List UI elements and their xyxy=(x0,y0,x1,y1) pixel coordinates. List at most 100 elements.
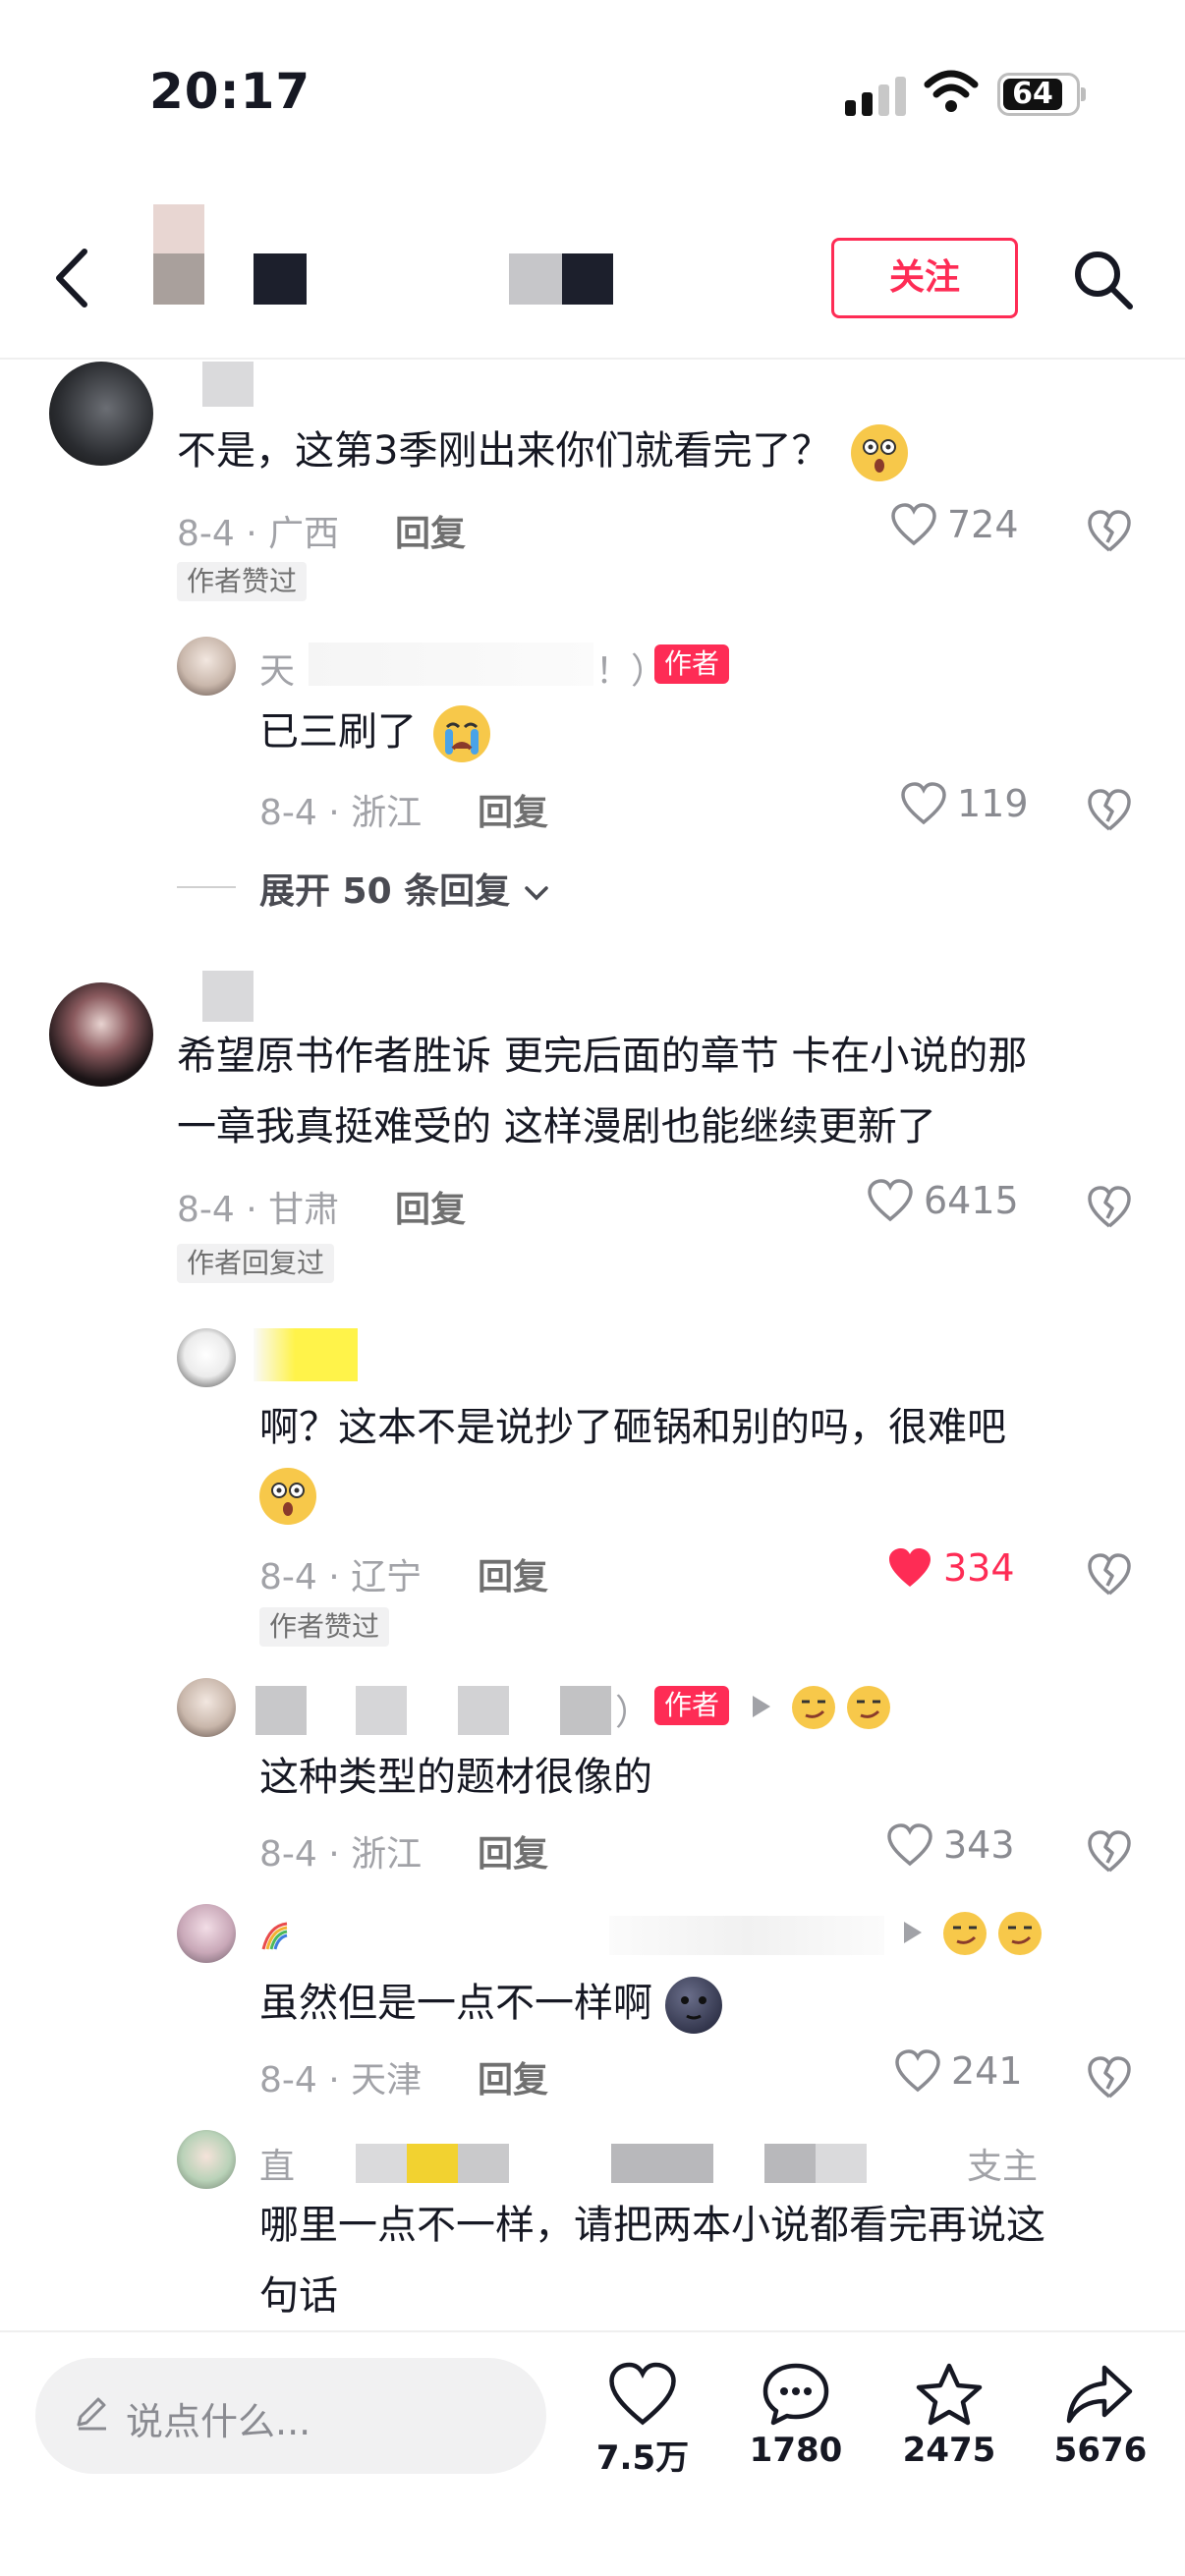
status-bar: 20:17 64 xyxy=(0,0,1185,187)
redacted-username xyxy=(153,253,204,305)
like-button[interactable]: 6415 xyxy=(867,1179,1019,1222)
avatar[interactable] xyxy=(177,1678,236,1737)
smirk-emoji-icon xyxy=(792,1686,835,1729)
comment-meta: 8-4 · 甘肃 xyxy=(177,1190,340,1230)
avatar[interactable] xyxy=(177,1904,236,1963)
heart-icon xyxy=(895,2049,940,2093)
like-video-button[interactable]: 7.5万 xyxy=(584,2362,702,2479)
comment-text: 一章我真挺难受的 这样漫剧也能继续更新了 xyxy=(177,1104,936,1149)
reply-item: 虽然但是一点不一样啊 8-4 · 天津 回复 241 xyxy=(0,1904,1185,2100)
reply-text: 啊？这本不是说抄了砸锅和别的吗，很难吧 xyxy=(259,1405,1006,1450)
broken-heart-icon[interactable] xyxy=(1087,509,1132,554)
smirk-emoji-icon xyxy=(847,1686,890,1729)
like-button[interactable]: 119 xyxy=(900,782,1029,825)
expand-replies-button[interactable]: 展开 50 条回复 xyxy=(259,863,550,914)
redacted-username xyxy=(255,1686,307,1735)
reply-button[interactable]: 回复 xyxy=(478,2051,548,2102)
comments-button[interactable]: 1780 xyxy=(737,2362,855,2470)
broken-heart-icon[interactable] xyxy=(1087,1185,1132,1230)
comment-item: 希望原书作者胜诉 更完后面的章节 卡在小说的那 一章我真挺难受的 这样漫剧也能继… xyxy=(0,971,1185,1295)
redacted-username xyxy=(458,1686,509,1735)
like-count: 724 xyxy=(947,503,1019,546)
reply-item: 天 ！） 作者 已三刷了 8-4 · 浙江 回复 119 xyxy=(0,637,1185,833)
comment-text: 不是，这第3季刚出来你们就看完了？ xyxy=(177,420,909,481)
redacted-username xyxy=(611,2144,713,2183)
heart-icon xyxy=(891,503,936,546)
avatar[interactable] xyxy=(49,982,153,1087)
reply-text: 已三刷了 xyxy=(259,701,490,762)
like-count: 6415 xyxy=(924,1179,1019,1222)
redacted-username xyxy=(356,2144,407,2183)
header-bar: 关注 xyxy=(0,196,1185,360)
broken-heart-icon[interactable] xyxy=(1087,2055,1132,2100)
redacted-username xyxy=(202,362,254,407)
reply-text: 这种类型的题材很像的 xyxy=(259,1755,652,1800)
play-triangle-icon xyxy=(904,1922,922,1943)
reply-item: ） 作者 这种类型的题材很像的 8-4 · 浙江 回复 343 xyxy=(0,1678,1185,1875)
heart-icon xyxy=(901,782,946,825)
redacted-username xyxy=(609,1916,884,1955)
redacted-username xyxy=(764,2144,816,2183)
favorite-button[interactable]: 2475 xyxy=(890,2362,1008,2470)
redacted-username xyxy=(560,1686,611,1735)
like-button[interactable]: 343 xyxy=(886,1823,1015,1867)
reply-meta: 8-4 · 浙江 xyxy=(259,1834,423,1875)
back-arrow-icon[interactable] xyxy=(49,246,92,310)
like-count: 343 xyxy=(943,1823,1015,1867)
like-button[interactable]: 334 xyxy=(886,1546,1015,1590)
avatar[interactable] xyxy=(49,362,153,466)
comment-count: 1780 xyxy=(749,2431,843,2470)
comment-item: 不是，这第3季刚出来你们就看完了？ 8-4 · 广西 回复 724 作者赞过 xyxy=(0,362,1185,601)
reply-button[interactable]: 回复 xyxy=(478,1825,548,1876)
reply-username-suffix: ） xyxy=(615,1693,651,1733)
status-time: 20:17 xyxy=(149,63,311,120)
redacted-username xyxy=(309,643,593,686)
redacted-username xyxy=(254,1328,358,1381)
follow-button[interactable]: 关注 xyxy=(831,238,1018,318)
redacted-username xyxy=(562,253,613,305)
avatar[interactable] xyxy=(177,1328,236,1387)
redacted-username xyxy=(356,1686,407,1735)
bottom-action-bar: 说点什么... 7.5万 1780 2475 5676 xyxy=(0,2330,1185,2576)
dizzy-face-emoji-icon xyxy=(851,424,909,481)
reply-button[interactable]: 回复 xyxy=(478,784,548,835)
reply-username-tail: 支主 xyxy=(967,2147,1039,2187)
wifi-icon xyxy=(924,70,979,112)
chat-bubble-icon xyxy=(762,2363,829,2426)
new-moon-face-emoji-icon xyxy=(664,1977,722,2034)
share-arrow-icon xyxy=(1066,2365,1133,2424)
favorite-count: 2475 xyxy=(902,2431,996,2470)
broken-heart-icon[interactable] xyxy=(1087,788,1132,833)
redacted-username xyxy=(458,2144,509,2183)
broken-heart-icon[interactable] xyxy=(1087,1829,1132,1875)
avatar[interactable] xyxy=(177,637,236,696)
reply-username: 天 xyxy=(259,651,296,692)
author-badge: 作者 xyxy=(654,1686,730,1725)
smirk-emoji-icon xyxy=(943,1912,987,1955)
comment-input[interactable]: 说点什么... xyxy=(35,2358,546,2474)
dizzy-face-emoji-icon xyxy=(259,1468,316,1525)
reply-button[interactable]: 回复 xyxy=(395,1181,466,1232)
reply-button[interactable]: 回复 xyxy=(478,1548,548,1599)
reply-meta: 8-4 · 天津 xyxy=(259,2060,423,2100)
star-icon xyxy=(916,2363,983,2426)
like-button[interactable]: 724 xyxy=(890,503,1019,546)
author-liked-tag: 作者赞过 xyxy=(259,1607,390,1647)
broken-heart-icon[interactable] xyxy=(1087,1552,1132,1597)
battery-level: 64 xyxy=(1003,79,1062,110)
heart-filled-icon xyxy=(889,1548,931,1587)
comment-meta: 8-4 · 广西 xyxy=(177,514,340,554)
reply-meta: 8-4 · 浙江 xyxy=(259,793,423,833)
play-triangle-icon xyxy=(753,1696,770,1717)
search-icon[interactable] xyxy=(1071,248,1136,312)
chevron-down-icon xyxy=(524,886,548,901)
reply-item: 直 支主 哪里一点不一样，请把两本小说都看完再说这 句话 xyxy=(0,2130,1185,2330)
avatar[interactable] xyxy=(177,2130,236,2189)
like-button[interactable]: 241 xyxy=(894,2049,1023,2093)
crying-face-emoji-icon xyxy=(432,705,490,762)
reply-button[interactable]: 回复 xyxy=(395,505,466,556)
reply-text: 哪里一点不一样，请把两本小说都看完再说这 xyxy=(259,2203,1045,2248)
like-count: 334 xyxy=(943,1546,1015,1590)
share-button[interactable]: 5676 xyxy=(1042,2362,1159,2470)
reply-text: 句话 xyxy=(259,2273,338,2319)
